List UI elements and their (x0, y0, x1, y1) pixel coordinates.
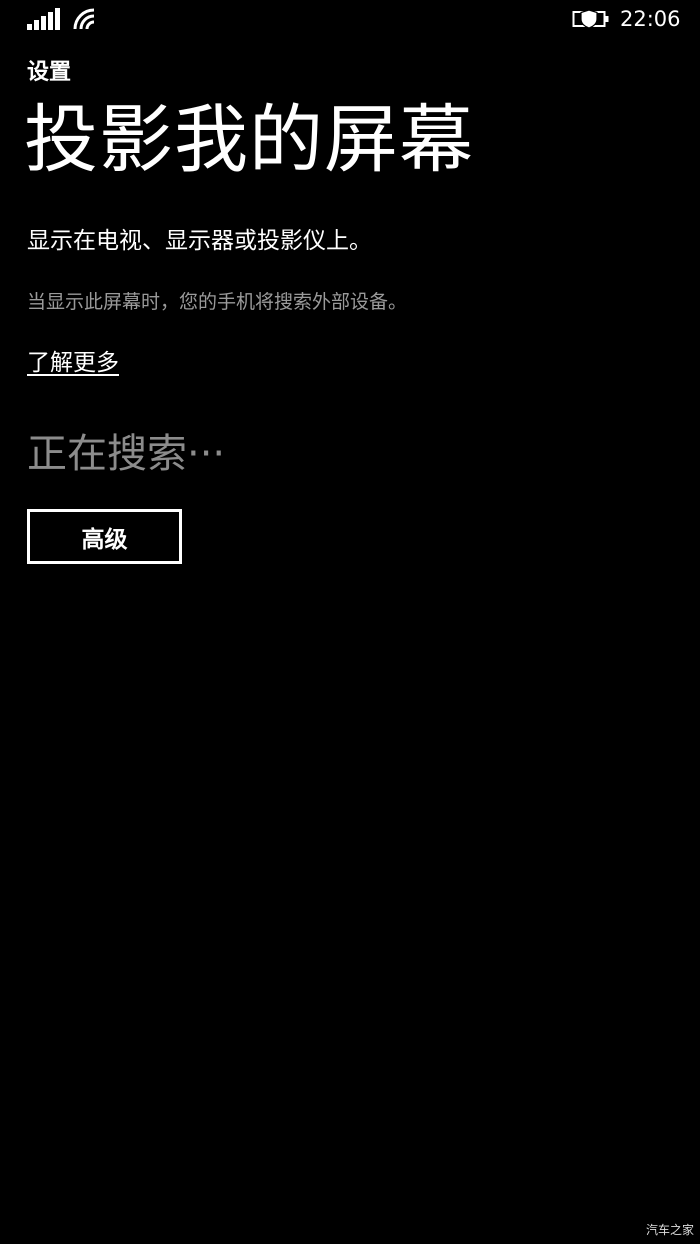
advanced-button[interactable]: 高级 (27, 509, 182, 564)
page-title: 投影我的屏幕 (24, 97, 474, 183)
status-bar: 22:06 (0, 0, 700, 40)
description-text: 显示在电视、显示器或投影仪上。 (27, 228, 372, 254)
watermark: 汽车之家 (645, 1223, 694, 1237)
wifi-icon (73, 8, 95, 30)
info-text: 当显示此屏幕时，您的手机将搜索外部设备。 (27, 291, 408, 313)
searching-status: 正在搜索··· (27, 431, 226, 477)
clock: 22:06 (620, 7, 681, 31)
signal-bars-icon (27, 8, 60, 30)
app-title: 设置 (27, 60, 72, 85)
learn-more-link[interactable]: 了解更多 (27, 347, 119, 379)
battery-saver-icon (572, 9, 609, 29)
